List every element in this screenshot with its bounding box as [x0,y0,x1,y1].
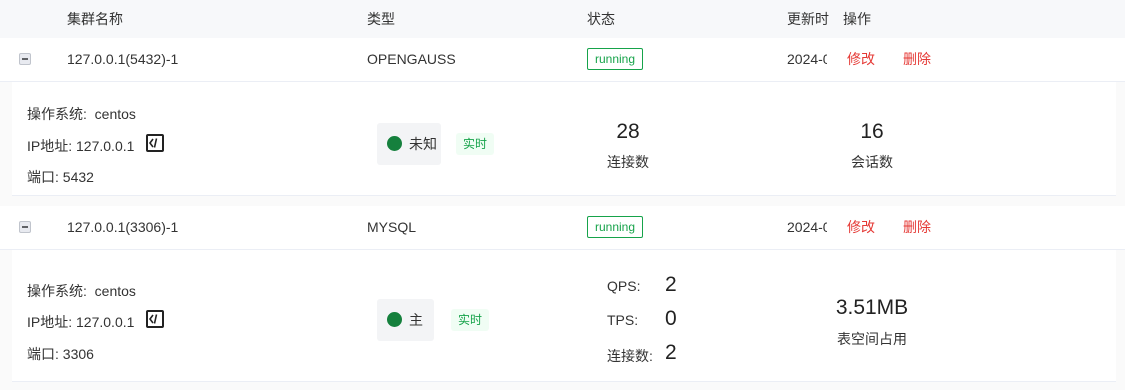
ip-label: IP地址: [27,138,73,154]
os-label: 操作系统: [27,283,87,299]
status-badge: running [587,216,644,238]
role-indicator: 未知 [377,123,441,165]
qps-label: QPS: [607,278,641,294]
tps-value: 0 [665,307,677,330]
realtime-tag: 实时 [456,133,495,155]
sessions-value: 16 [860,120,884,143]
row-detail-panel: 操作系统: centos IP地址: 127.0.0.1 端口: 5432 未知… [0,82,1125,206]
connections-value: 2 [665,341,677,364]
port-label: 端口: [27,169,59,185]
ip-value: 127.0.0.1 [76,314,135,330]
delete-link[interactable]: 删除 [903,206,931,249]
port-info: 端口: 5432 [27,167,94,187]
ip-info: IP地址: 127.0.0.1 [27,312,134,332]
minus-square-icon[interactable] [19,221,31,233]
os-value: centos [94,106,136,122]
tablespace-value: 3.51MB [835,296,909,319]
table-header: 集群名称 类型 状态 更新时 操作 [0,0,1125,39]
os-label: 操作系统: [27,106,87,122]
code-icon[interactable] [146,310,164,328]
status-dot-icon [387,312,402,327]
ip-label: IP地址: [27,314,73,330]
realtime-tag: 实时 [451,309,490,331]
edit-link[interactable]: 修改 [847,206,875,249]
cluster-name: 127.0.0.1(3306)-1 [67,219,179,235]
connections-value: 28 [616,120,640,143]
ip-info: IP地址: 127.0.0.1 [27,136,134,156]
cluster-type: MYSQL [367,219,417,235]
column-header-updated: 更新时 [787,11,829,27]
os-info: 操作系统: centos [27,104,136,124]
role-text: 主 [409,312,423,328]
cluster-name: 127.0.0.1(5432)-1 [67,51,179,67]
delete-link[interactable]: 删除 [903,38,931,81]
column-header-actions: 操作 [843,11,871,27]
row-detail-card: 操作系统: centos IP地址: 127.0.0.1 端口: 5432 未知… [12,82,1116,196]
row-detail-card: 操作系统: centos IP地址: 127.0.0.1 端口: 3306 主 … [12,250,1116,382]
column-header-type: 类型 [367,11,395,27]
status-badge: running [587,48,644,70]
status-dot-icon [387,136,402,151]
os-value: centos [94,283,136,299]
connections-label: 连接数: [607,348,653,364]
code-icon[interactable] [146,134,164,152]
table-row: 127.0.0.1(5432)-1 OPENGAUSS running 2024… [0,38,1125,82]
tablespace-label: 表空间占用 [837,331,907,347]
tps-label: TPS: [607,312,639,328]
row-detail-panel: 操作系统: centos IP地址: 127.0.0.1 端口: 3306 主 … [0,250,1125,390]
port-value: 5432 [62,169,94,185]
edit-link[interactable]: 修改 [847,38,875,81]
os-info: 操作系统: centos [27,281,136,301]
column-header-name: 集群名称 [67,11,123,27]
port-info: 端口: 3306 [27,344,94,364]
updated-time: 2024-0 [787,219,827,235]
port-value: 3306 [62,346,94,362]
cluster-type: OPENGAUSS [367,51,456,67]
port-label: 端口: [27,346,59,362]
minus-square-icon[interactable] [19,53,31,65]
column-header-status: 状态 [587,11,615,27]
table-row: 127.0.0.1(3306)-1 MYSQL running 2024-0 修… [0,206,1125,250]
ip-value: 127.0.0.1 [76,138,135,154]
role-text: 未知 [409,136,437,152]
qps-value: 2 [665,273,677,296]
role-indicator: 主 [377,299,434,341]
connections-label: 连接数 [607,154,649,170]
updated-time: 2024-0 [787,51,827,67]
sessions-label: 会话数 [851,154,893,170]
